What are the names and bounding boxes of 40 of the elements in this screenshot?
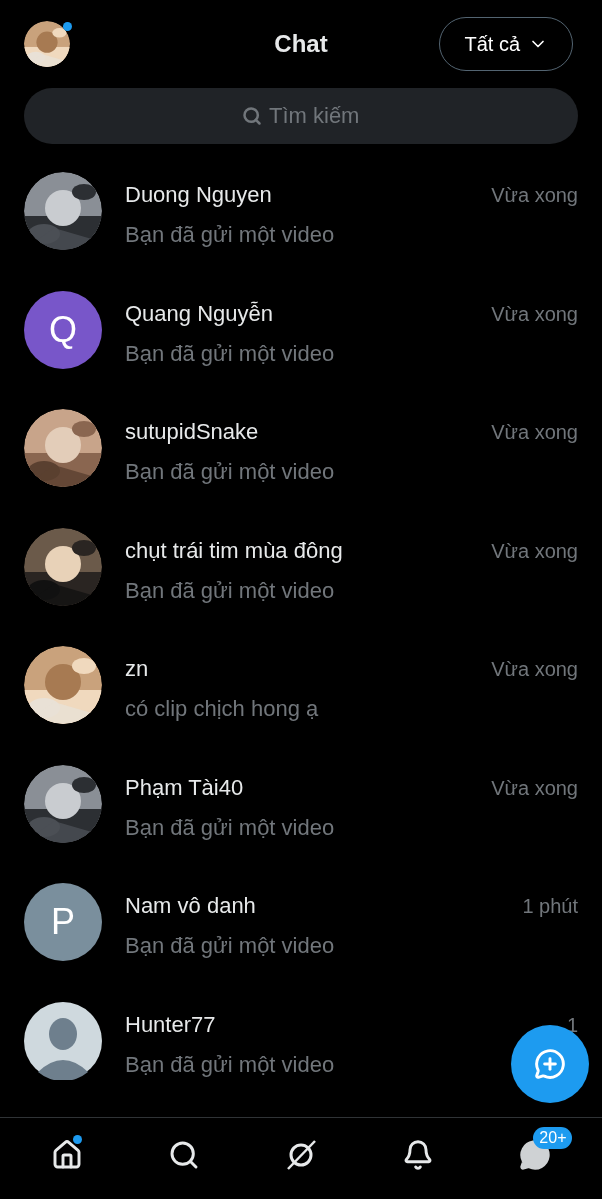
conversation-item[interactable]: chụt trái tim mùa đông Vừa xong Bạn đã gửi một video xyxy=(0,506,602,625)
search-icon xyxy=(242,106,262,126)
contact-name: Phạm Tài40 xyxy=(125,773,244,802)
message-preview: Bạn đã gửi một video xyxy=(125,932,335,960)
contact-name: zn xyxy=(125,655,149,683)
unread-badge: 20+ xyxy=(533,1126,573,1149)
message-preview: có clip chịch hong ạ xyxy=(125,695,319,723)
contact-name: Nam vô danh xyxy=(125,892,256,920)
contact-name: sutupidSnake xyxy=(125,418,259,446)
conversation-item[interactable]: Hunter77 1 Bạn đã gửi một video xyxy=(0,980,602,1099)
message-preview: Bạn đã gửi một video xyxy=(125,576,335,605)
message-preview: Bạn đã gửi một video xyxy=(125,221,335,249)
contact-name: Hunter77 xyxy=(125,1010,216,1039)
conversation-item[interactable]: sutupidSnake Vừa xong Bạn đã gửi một video xyxy=(0,388,602,507)
message-time: 1 phút xyxy=(522,894,578,919)
conversation-item[interactable]: P Nam vô danh 1 phút Bạn đã gửi một video xyxy=(0,862,602,981)
message-time: Vừa xong xyxy=(491,183,578,208)
message-time: Vừa xong xyxy=(491,301,578,327)
page-title: Chat xyxy=(274,29,328,59)
conversation-item[interactable]: Q Quang Nguyễn Vừa xong Bạn đã gửi một video xyxy=(0,269,602,388)
contact-name: chụt trái tim mùa đông xyxy=(125,536,343,565)
letter-avatar: Q xyxy=(24,290,102,369)
message-preview: Bạn đã gửi một video xyxy=(125,339,335,368)
message-time: 1 xyxy=(566,1012,578,1038)
message-preview: Bạn đã gửi một video xyxy=(125,1050,335,1079)
conversation-item[interactable]: Duong Nguyen Vừa xong Bạn đã gửi một video xyxy=(0,151,602,270)
conversation-item[interactable]: zn Vừa xong có clip chịch hong ạ xyxy=(0,625,602,744)
contact-name: Duong Nguyen xyxy=(125,181,272,209)
message-time: Vừa xong xyxy=(491,538,578,564)
search-field[interactable]: Tìm kiếm xyxy=(24,88,578,144)
person-silhouette-icon xyxy=(24,1001,102,1080)
message-preview: Bạn đã gửi một video xyxy=(125,458,335,486)
message-time: Vừa xong xyxy=(491,420,578,445)
conversation-item[interactable]: Phạm Tài40 Vừa xong Bạn đã gửi một video xyxy=(0,743,602,862)
message-time: Vừa xong xyxy=(491,657,578,682)
new-chat-icon xyxy=(534,1048,566,1080)
letter-avatar: P xyxy=(24,883,102,961)
message-preview: Bạn đã gửi một video xyxy=(125,813,335,842)
contact-name: Quang Nguyễn xyxy=(125,299,273,328)
message-time: Vừa xong xyxy=(491,775,578,801)
